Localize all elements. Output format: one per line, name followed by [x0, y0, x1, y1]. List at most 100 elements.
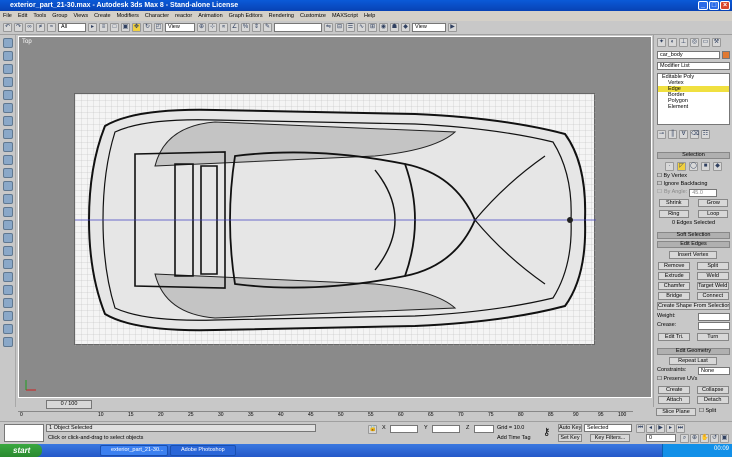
hierarchy-tab-icon[interactable]: ⊥ [679, 38, 688, 47]
tool-icon[interactable] [2, 116, 13, 126]
menu-edit[interactable]: Edit [18, 13, 27, 19]
crease-field[interactable] [698, 322, 730, 330]
material-editor-icon[interactable]: ◉ [379, 23, 388, 32]
taskbar-item-photoshop[interactable]: Adobe Photoshop [170, 445, 236, 456]
go-to-end-icon[interactable]: ⏭ [676, 424, 685, 433]
blueprint-plane[interactable] [74, 93, 596, 346]
zoom-all-icon[interactable]: ⊕ [690, 434, 699, 443]
slice-plane-button[interactable]: Slice Plane [656, 408, 696, 416]
previous-frame-icon[interactable]: ◂ [646, 424, 655, 433]
edit-named-selection-icon[interactable]: ✎ [263, 23, 272, 32]
select-move-icon[interactable]: ✥ [132, 23, 141, 32]
track-bar[interactable]: 0 10 15 20 25 30 35 40 45 50 55 60 65 70… [18, 411, 633, 421]
modify-tab-icon[interactable]: ◐ [668, 38, 677, 47]
menu-tools[interactable]: Tools [33, 13, 46, 19]
chamfer-button[interactable]: Chamfer [658, 282, 691, 290]
render-last-icon[interactable]: ▶ [448, 23, 457, 32]
arc-rotate-icon[interactable]: ↺ [710, 434, 719, 443]
tool-icon[interactable] [2, 38, 13, 48]
render-type-dropdown[interactable]: View [412, 23, 446, 32]
ignore-backfacing-checkbox[interactable]: ☐ Ignore Backfacing [657, 181, 730, 188]
tool-icon[interactable] [2, 233, 13, 243]
link-icon[interactable]: ∞ [25, 23, 34, 32]
menu-maxscript[interactable]: MAXScript [332, 13, 358, 19]
by-angle-field[interactable]: 45.0 [689, 189, 718, 197]
display-tab-icon[interactable]: ▭ [701, 38, 710, 47]
ring-button[interactable]: Ring [658, 210, 689, 218]
key-mode-icon[interactable]: ⚷ [543, 427, 550, 438]
menu-customize[interactable]: Customize [300, 13, 326, 19]
pivot-center-icon[interactable]: ⊕ [197, 23, 206, 32]
select-object-icon[interactable]: ▸ [88, 23, 97, 32]
close-button[interactable]: × [720, 1, 730, 10]
maxscript-listener[interactable] [4, 424, 44, 442]
preserve-uvs-checkbox[interactable]: ☐ Preserve UVs [657, 376, 730, 383]
detach-button[interactable]: Detach [696, 396, 729, 404]
target-weld-button[interactable]: Target Weld [696, 282, 729, 290]
split-button[interactable]: Split [696, 262, 729, 270]
pan-icon[interactable]: ✋ [700, 434, 709, 443]
layer-manager-icon[interactable]: ☰ [346, 23, 355, 32]
angle-snap-icon[interactable]: ∠ [230, 23, 239, 32]
manipulate-icon[interactable]: ⊹ [208, 23, 217, 32]
menu-rendering[interactable]: Rendering [269, 13, 294, 19]
percent-snap-icon[interactable]: % [241, 23, 250, 32]
tool-icon[interactable] [2, 298, 13, 308]
create-shape-button[interactable]: Create Shape From Selection [657, 302, 730, 310]
extrude-button[interactable]: Extrude [658, 272, 691, 280]
bind-space-warp-icon[interactable]: ≈ [47, 23, 56, 32]
tool-icon[interactable] [2, 168, 13, 178]
grow-button[interactable]: Grow [698, 199, 729, 207]
tool-icon[interactable] [2, 103, 13, 113]
tool-icon[interactable] [2, 51, 13, 61]
tool-icon[interactable] [2, 285, 13, 295]
maximize-viewport-icon[interactable]: ▣ [720, 434, 729, 443]
object-name-field[interactable]: car_body [657, 51, 720, 59]
tool-icon[interactable] [2, 142, 13, 152]
edit-geometry-rollout[interactable]: Edit Geometry [657, 348, 730, 355]
unlink-icon[interactable]: ≠ [36, 23, 45, 32]
weight-field[interactable] [698, 313, 730, 321]
selection-rollout[interactable]: Selection [657, 152, 730, 159]
z-coord-field[interactable] [474, 425, 494, 433]
render-scene-icon[interactable]: ☗ [390, 23, 399, 32]
select-rotate-icon[interactable]: ↻ [143, 23, 152, 32]
start-button[interactable]: start [0, 444, 42, 457]
tool-icon[interactable] [2, 337, 13, 347]
soft-selection-rollout[interactable]: Soft Selection [657, 232, 730, 239]
motion-tab-icon[interactable]: ◎ [690, 38, 699, 47]
tool-icon[interactable] [2, 272, 13, 282]
menu-graph-editors[interactable]: Graph Editors [229, 13, 263, 19]
attach-button[interactable]: Attach [658, 396, 691, 404]
menu-file[interactable]: File [3, 13, 12, 19]
auto-key-selection-dropdown[interactable]: Selected [584, 424, 632, 432]
repeat-last-button[interactable]: Repeat Last [669, 357, 717, 365]
ref-coord-dropdown[interactable]: View [165, 23, 195, 32]
key-filters-button[interactable]: Key Filters... [590, 434, 630, 442]
viewport-label[interactable]: Top [22, 39, 32, 45]
play-icon[interactable]: ▶ [656, 424, 665, 433]
current-frame-field[interactable]: 0 [646, 434, 676, 442]
connect-button[interactable]: Connect [696, 292, 729, 300]
polygon-mode-icon[interactable]: ■ [701, 162, 710, 171]
tool-icon[interactable] [2, 90, 13, 100]
element-mode-icon[interactable]: ◆ [713, 162, 722, 171]
redo-icon[interactable]: ↷ [14, 23, 23, 32]
snap-toggle-icon[interactable]: ∝ [219, 23, 228, 32]
insert-vertex-button[interactable]: Insert Vertex [669, 251, 717, 259]
remove-button[interactable]: Remove [658, 262, 691, 270]
curve-editor-icon[interactable]: ∿ [357, 23, 366, 32]
menu-modifiers[interactable]: Modifiers [117, 13, 139, 19]
tool-icon[interactable] [2, 155, 13, 165]
named-selection-dropdown[interactable] [274, 23, 322, 32]
menu-create[interactable]: Create [94, 13, 111, 19]
next-frame-icon[interactable]: ▸ [666, 424, 675, 433]
weld-button[interactable]: Weld [696, 272, 729, 280]
tool-icon[interactable] [2, 64, 13, 74]
tool-icon[interactable] [2, 181, 13, 191]
constraints-dropdown[interactable]: None [698, 367, 730, 375]
bridge-button[interactable]: Bridge [658, 292, 691, 300]
lock-selection-icon[interactable]: 🔒 [368, 425, 377, 434]
edit-tri-button[interactable]: Edit Tri. [658, 333, 691, 341]
top-viewport[interactable]: Top [18, 36, 652, 398]
